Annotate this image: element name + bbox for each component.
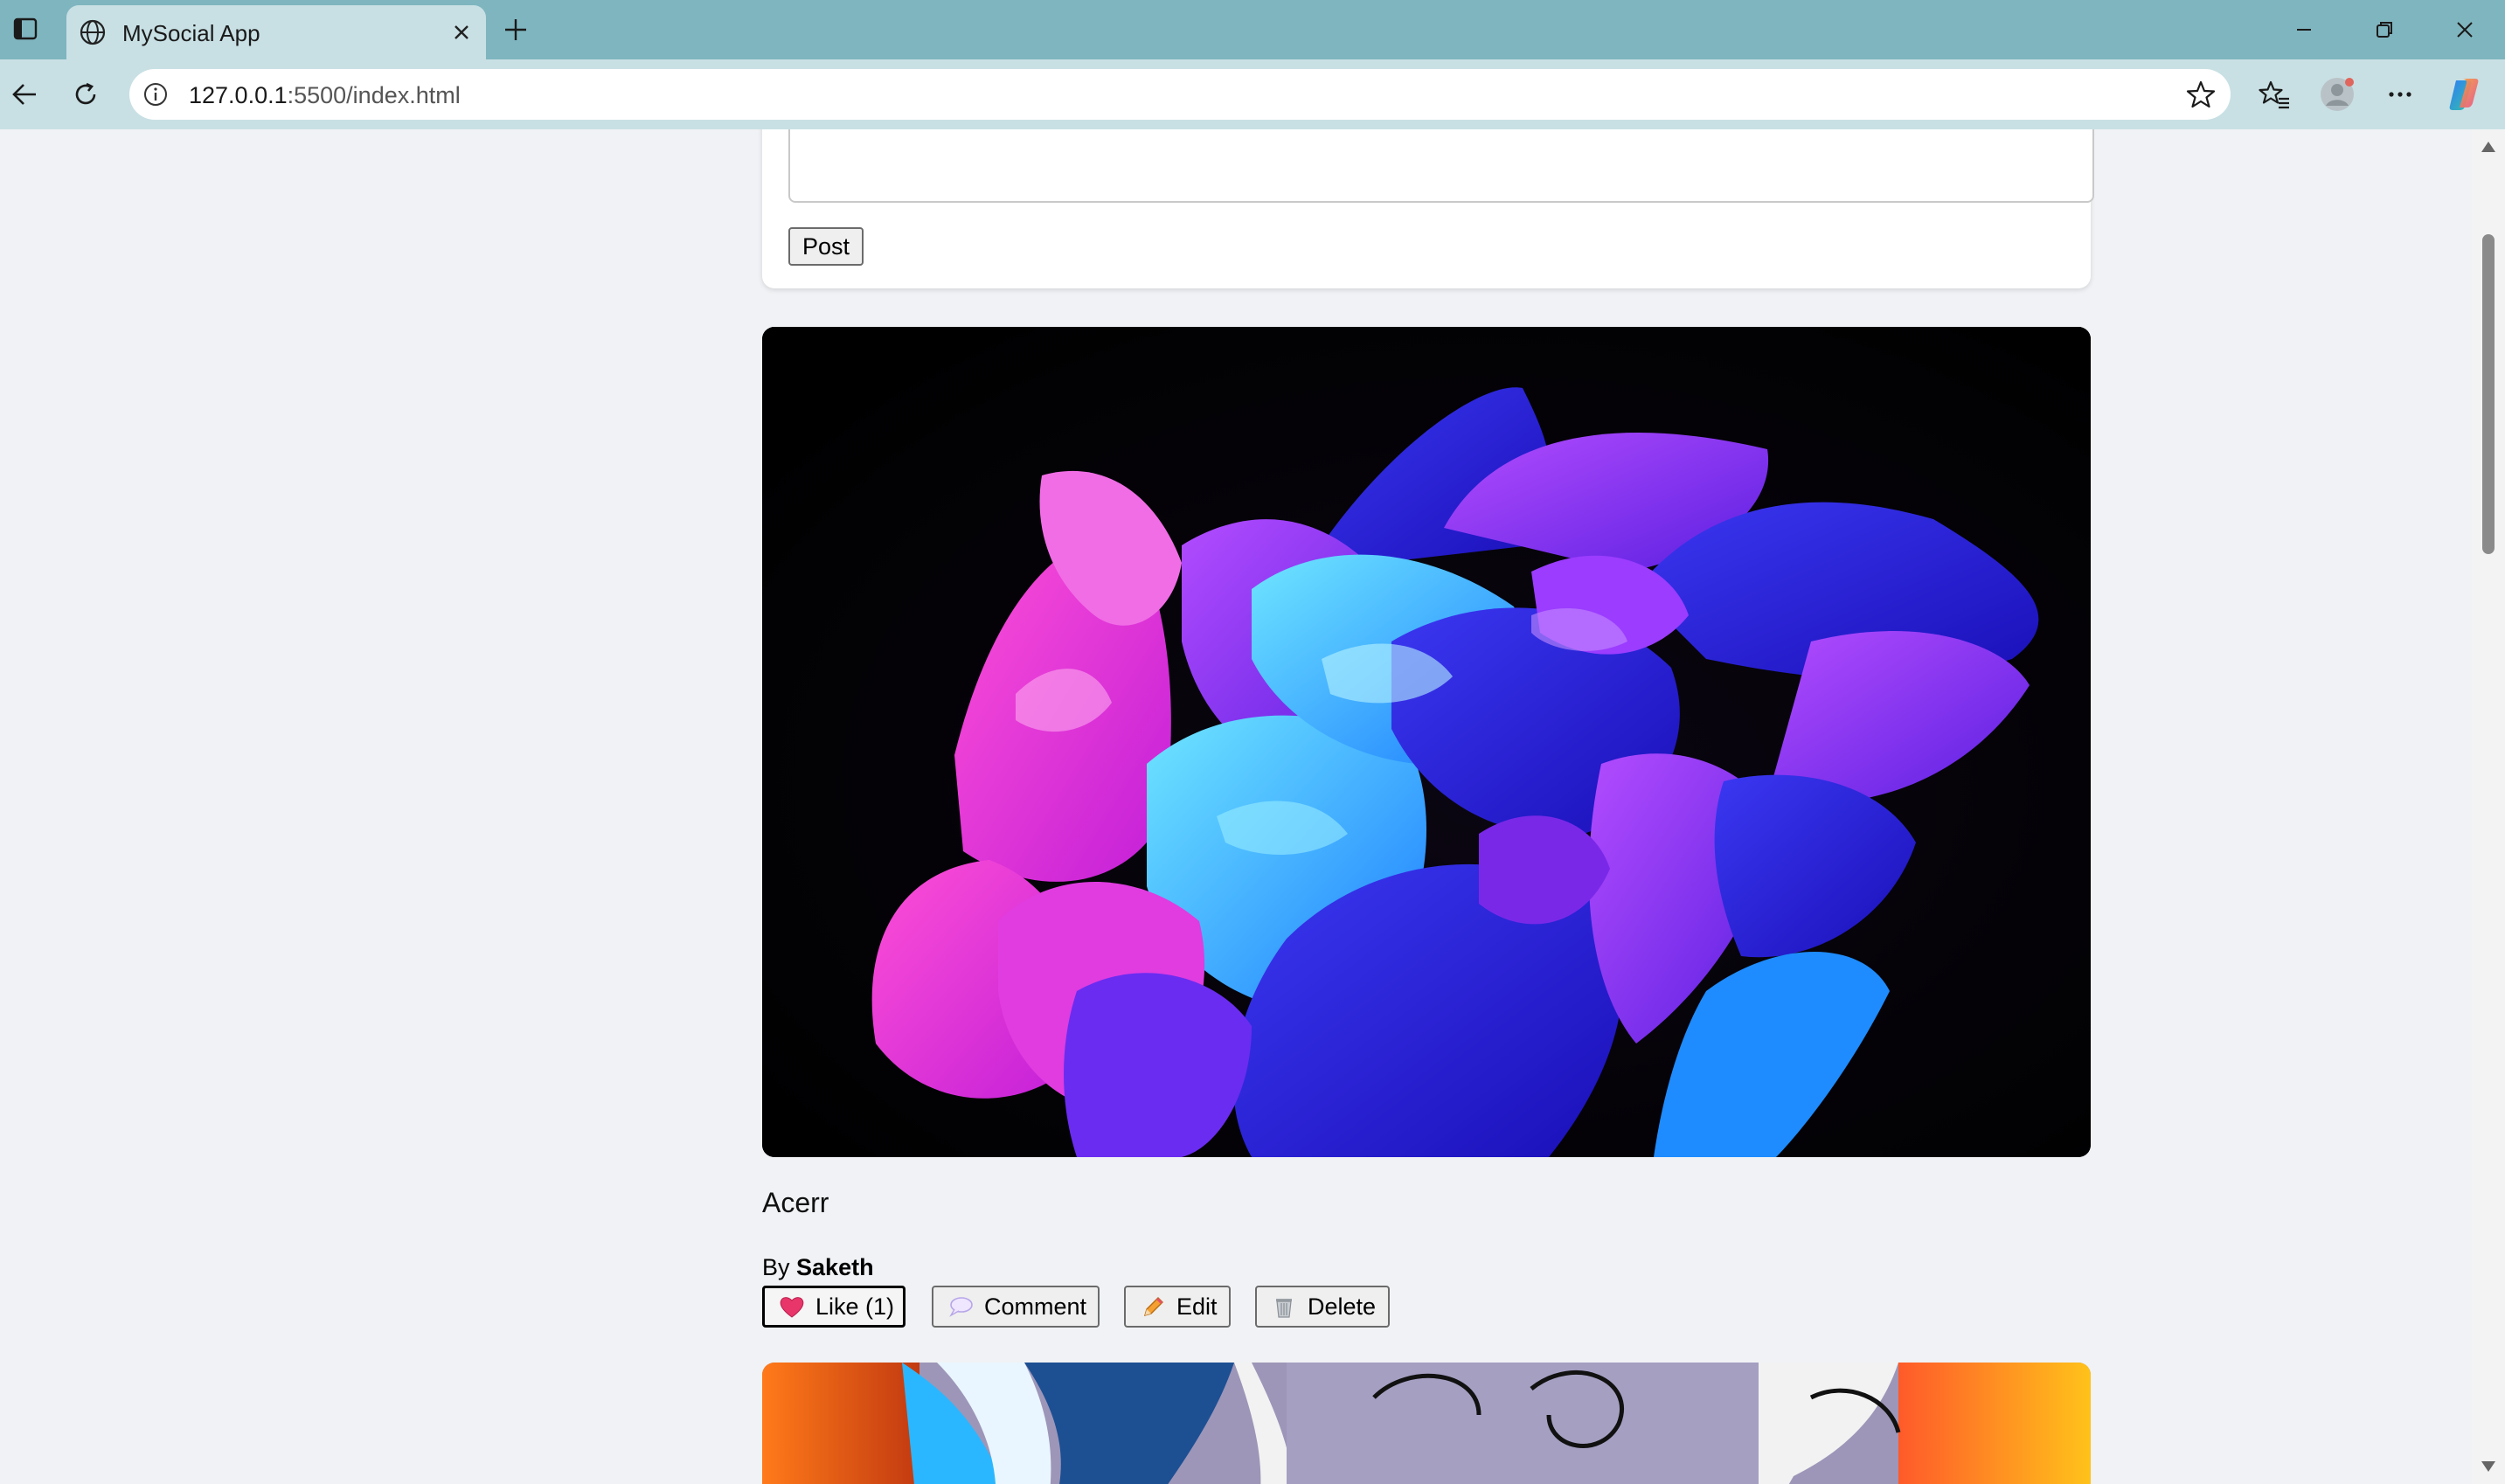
post-textarea[interactable] xyxy=(788,129,2094,203)
comment-label: Comment xyxy=(984,1293,1087,1320)
scroll-up-arrow-icon[interactable] xyxy=(2481,142,2495,152)
close-tab-icon[interactable] xyxy=(446,17,477,48)
url-text: 127.0.0.1:5500/index.html xyxy=(189,82,461,109)
scrollbar-thumb[interactable] xyxy=(2482,234,2495,554)
back-icon[interactable] xyxy=(7,77,42,112)
post-composer: Post xyxy=(762,129,2094,288)
scroll-down-arrow-icon[interactable] xyxy=(2481,1461,2495,1472)
post-image xyxy=(762,327,2091,1157)
byline-prefix: By xyxy=(762,1254,790,1280)
page-viewport: Post Acerr By Saketh Like (1) Comment Ed… xyxy=(0,129,2472,1484)
like-label: Like (1) xyxy=(815,1293,895,1320)
restore-icon[interactable] xyxy=(2360,12,2409,47)
address-bar[interactable]: 127.0.0.1:5500/index.html xyxy=(129,69,2231,120)
delete-button[interactable]: Delete xyxy=(1255,1286,1390,1328)
browser-tab[interactable]: MySocial App xyxy=(66,5,486,59)
globe-icon xyxy=(80,19,106,45)
pencil-icon xyxy=(1143,1297,1163,1317)
tab-strip: MySocial App xyxy=(0,0,2505,59)
favorites-icon[interactable] xyxy=(2255,75,2293,114)
url-host: 127.0.0.1 xyxy=(189,82,288,108)
copilot-icon[interactable] xyxy=(2446,75,2484,114)
delete-label: Delete xyxy=(1308,1293,1377,1320)
favorite-star-icon[interactable] xyxy=(2185,79,2217,110)
like-button[interactable]: Like (1) xyxy=(762,1286,906,1328)
vertical-scrollbar[interactable] xyxy=(2472,129,2505,1484)
tab-actions-icon[interactable] xyxy=(9,12,42,45)
heart-icon xyxy=(780,1297,804,1318)
post-byline: By Saketh xyxy=(762,1254,874,1281)
new-tab-icon[interactable] xyxy=(498,12,533,47)
minimize-icon[interactable] xyxy=(2279,12,2328,47)
browser-toolbar: 127.0.0.1:5500/index.html xyxy=(0,59,2505,129)
post-caption: Acerr xyxy=(762,1187,829,1218)
profile-avatar-icon[interactable] xyxy=(2318,75,2356,114)
wastebasket-icon xyxy=(1276,1299,1292,1318)
tab-title: MySocial App xyxy=(122,20,260,46)
refresh-icon[interactable] xyxy=(68,77,103,112)
site-info-icon[interactable] xyxy=(142,80,170,108)
speech-bubble-icon xyxy=(949,1297,973,1317)
next-post-image xyxy=(762,1363,2091,1484)
url-path: :5500/index.html xyxy=(287,82,461,108)
post-author: Saketh xyxy=(796,1254,874,1280)
post-button[interactable]: Post xyxy=(788,227,864,266)
edit-label: Edit xyxy=(1176,1293,1218,1320)
close-window-icon[interactable] xyxy=(2440,12,2489,47)
more-options-icon[interactable] xyxy=(2381,75,2419,114)
comment-button[interactable]: Comment xyxy=(932,1286,1100,1328)
edit-button[interactable]: Edit xyxy=(1124,1286,1231,1328)
